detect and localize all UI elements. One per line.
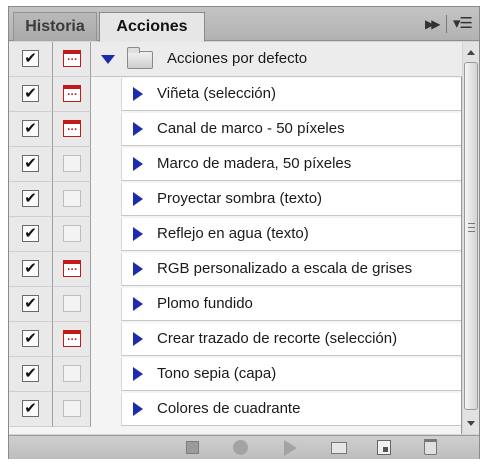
vertical-scrollbar[interactable] <box>463 42 479 434</box>
action-label: Colores de cuadrante <box>157 400 301 417</box>
actions-panel: Historia Acciones ▶▶ ▾☰ ✔ Acciones por d… <box>8 6 480 459</box>
toggle-checkbox[interactable]: ✔ <box>22 225 39 242</box>
dialog-toggle-icon[interactable] <box>63 85 81 102</box>
action-set-name: Acciones por defecto <box>167 50 308 67</box>
toggle-checkbox[interactable]: ✔ <box>22 260 39 277</box>
toggle-checkbox[interactable]: ✔ <box>22 50 39 67</box>
new-action-icon[interactable] <box>377 440 391 455</box>
action-label: Viñeta (selección) <box>157 85 276 102</box>
dialog-toggle-icon[interactable] <box>63 260 81 277</box>
trash-icon[interactable] <box>424 439 437 455</box>
dialog-toggle-icon[interactable] <box>63 330 81 347</box>
fast-forward-icon[interactable]: ▶▶ <box>425 17 441 31</box>
dialog-toggle-icon[interactable] <box>63 50 81 67</box>
action-row[interactable]: ✔ Colores de cuadrante <box>9 392 462 427</box>
action-row[interactable]: ✔ Plomo fundido <box>9 287 462 322</box>
toggle-checkbox[interactable]: ✔ <box>22 190 39 207</box>
expand-triangle-icon[interactable] <box>133 262 143 276</box>
scroll-thumb[interactable] <box>464 62 478 410</box>
action-label: Plomo fundido <box>157 295 253 312</box>
record-icon[interactable] <box>233 440 248 455</box>
action-row[interactable]: ✔ Reflejo en agua (texto) <box>9 217 462 252</box>
expand-triangle-icon[interactable] <box>133 192 143 206</box>
tab-acciones[interactable]: Acciones <box>99 12 205 42</box>
folder-icon <box>127 47 153 69</box>
scroll-up-arrow-icon[interactable] <box>467 50 475 55</box>
toggle-checkbox[interactable]: ✔ <box>22 155 39 172</box>
dialog-toggle-icon[interactable] <box>63 365 81 382</box>
dialog-toggle-icon[interactable] <box>63 190 81 207</box>
toggle-checkbox[interactable]: ✔ <box>22 120 39 137</box>
action-row[interactable]: ✔ Marco de madera, 50 píxeles <box>9 147 462 182</box>
action-label: Tono sepia (capa) <box>157 365 277 382</box>
toggle-checkbox[interactable]: ✔ <box>22 330 39 347</box>
expand-triangle-icon[interactable] <box>133 227 143 241</box>
actions-toolbar <box>9 435 479 459</box>
action-label: Proyectar sombra (texto) <box>157 190 323 207</box>
expand-triangle-icon[interactable] <box>133 87 143 101</box>
play-icon[interactable] <box>284 440 297 456</box>
panel-tab-bar: Historia Acciones ▶▶ ▾☰ <box>9 7 479 42</box>
actions-list: ✔ Acciones por defecto ✔ Viñeta (selecci… <box>9 42 462 434</box>
action-row[interactable]: ✔ Viñeta (selección) <box>9 77 462 112</box>
expand-triangle-icon[interactable] <box>133 402 143 416</box>
expand-triangle-icon[interactable] <box>133 332 143 346</box>
action-label: Crear trazado de recorte (selección) <box>157 330 398 347</box>
expand-triangle-icon[interactable] <box>133 367 143 381</box>
action-row[interactable]: ✔ Tono sepia (capa) <box>9 357 462 392</box>
dialog-toggle-icon[interactable] <box>63 120 81 137</box>
toggle-checkbox[interactable]: ✔ <box>22 295 39 312</box>
dialog-toggle-icon[interactable] <box>63 400 81 417</box>
expand-triangle-icon[interactable] <box>133 157 143 171</box>
action-row[interactable]: ✔ Canal de marco - 50 píxeles <box>9 112 462 147</box>
action-row[interactable]: ✔ RGB personalizado a escala de grises <box>9 252 462 287</box>
toggle-checkbox[interactable]: ✔ <box>22 400 39 417</box>
panel-menu-icon[interactable]: ▾☰ <box>453 14 473 32</box>
action-label: RGB personalizado a escala de grises <box>157 260 413 277</box>
tab-historia[interactable]: Historia <box>13 12 97 41</box>
action-row[interactable]: ✔ Proyectar sombra (texto) <box>9 182 462 217</box>
expand-triangle-icon[interactable] <box>133 297 143 311</box>
new-set-icon[interactable] <box>331 442 347 454</box>
action-row[interactable]: ✔ Crear trazado de recorte (selección) <box>9 322 462 357</box>
toggle-checkbox[interactable]: ✔ <box>22 365 39 382</box>
dialog-toggle-icon[interactable] <box>63 225 81 242</box>
dialog-toggle-icon[interactable] <box>63 295 81 312</box>
toggle-checkbox[interactable]: ✔ <box>22 85 39 102</box>
stop-icon[interactable] <box>186 441 199 454</box>
dialog-toggle-icon[interactable] <box>63 155 81 172</box>
scroll-down-arrow-icon[interactable] <box>467 421 475 426</box>
action-label: Reflejo en agua (texto) <box>157 225 309 242</box>
divider <box>446 15 447 33</box>
action-label: Marco de madera, 50 píxeles <box>157 155 352 172</box>
grip-icon <box>468 223 475 232</box>
action-set-row[interactable]: ✔ Acciones por defecto <box>9 42 462 77</box>
action-label: Canal de marco - 50 píxeles <box>157 120 345 137</box>
expand-triangle-icon[interactable] <box>133 122 143 136</box>
expand-triangle-icon[interactable] <box>101 55 115 64</box>
